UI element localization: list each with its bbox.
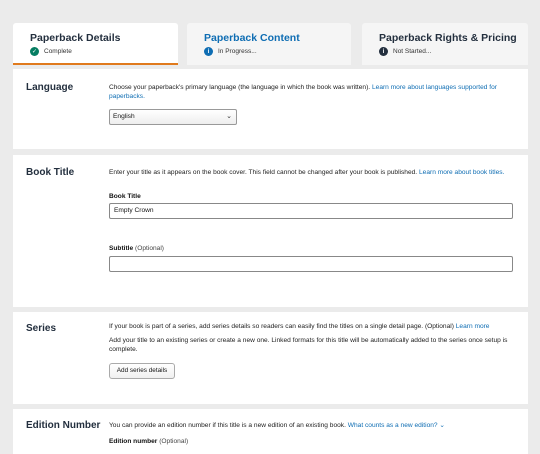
language-select[interactable]: English ⌄: [109, 109, 237, 125]
tab-title: Paperback Rights & Pricing: [379, 32, 517, 44]
section-description: You can provide an edition number if thi…: [109, 421, 519, 430]
section-description: Choose your paperback's primary language…: [109, 83, 519, 101]
optional-text: (Optional): [135, 245, 164, 252]
subtitle-label-text: Subtitle: [109, 245, 134, 252]
series-section: Series If your book is part of a series,…: [13, 312, 528, 404]
chevron-down-icon: ⌄: [226, 113, 232, 120]
add-series-details-button[interactable]: Add series details: [109, 363, 175, 379]
section-description: Enter your title as it appears on the bo…: [109, 168, 519, 177]
subtitle-input[interactable]: [109, 256, 513, 272]
tab-status: ✓ Complete: [30, 47, 178, 56]
edition-number-label: Edition number (Optional): [109, 438, 188, 445]
language-section: Language Choose your paperback's primary…: [13, 69, 528, 149]
tab-status: i In Progress...: [204, 47, 351, 56]
section-description: If your book is part of a series, add se…: [109, 322, 519, 331]
description-text: You can provide an edition number if thi…: [109, 422, 346, 429]
description-text: If your book is part of a series, add se…: [109, 323, 454, 330]
tab-status: i Not Started...: [379, 47, 528, 56]
edition-label-text: Edition number: [109, 438, 158, 445]
optional-text: (Optional): [159, 438, 189, 445]
new-edition-link[interactable]: What counts as a new edition?: [348, 422, 438, 429]
series-instructions: Add your title to an existing series or …: [109, 337, 508, 353]
status-text: In Progress...: [218, 48, 257, 55]
tab-title: Paperback Content: [204, 32, 300, 44]
status-text: Complete: [44, 48, 72, 55]
section-title: Book Title: [26, 167, 75, 178]
book-title-label: Book Title: [109, 193, 141, 200]
info-icon: i: [379, 47, 388, 56]
description-text: Enter your title as it appears on the bo…: [109, 169, 418, 176]
series-learn-more-link[interactable]: Learn more: [456, 323, 490, 330]
check-circle-icon: ✓: [30, 47, 39, 56]
status-text: Not Started...: [393, 48, 432, 55]
tab-rights-pricing[interactable]: Paperback Rights & Pricing i Not Started…: [362, 23, 528, 65]
subtitle-label: Subtitle (Optional): [109, 245, 164, 252]
section-title: Series: [26, 323, 57, 334]
tab-title: Paperback Details: [30, 32, 121, 44]
book-titles-learn-more-link[interactable]: Learn more about book titles.: [419, 169, 504, 176]
book-title-section: Book Title Enter your title as it appear…: [13, 155, 528, 307]
info-icon: i: [204, 47, 213, 56]
description-text: Choose your paperback's primary language…: [109, 84, 371, 91]
section-title: Edition Number: [26, 420, 101, 431]
tab-paperback-details[interactable]: Paperback Details ✓ Complete: [13, 23, 178, 65]
step-tabs: Paperback Details ✓ Complete Paperback C…: [0, 0, 540, 67]
selected-language: English: [113, 113, 135, 120]
edition-number-section: Edition Number You can provide an editio…: [13, 409, 528, 454]
book-title-input[interactable]: Empty Crown: [109, 203, 513, 219]
section-title: Language: [26, 82, 74, 93]
tab-paperback-content[interactable]: Paperback Content i In Progress...: [187, 23, 351, 65]
chevron-down-icon[interactable]: ⌄: [439, 422, 445, 429]
